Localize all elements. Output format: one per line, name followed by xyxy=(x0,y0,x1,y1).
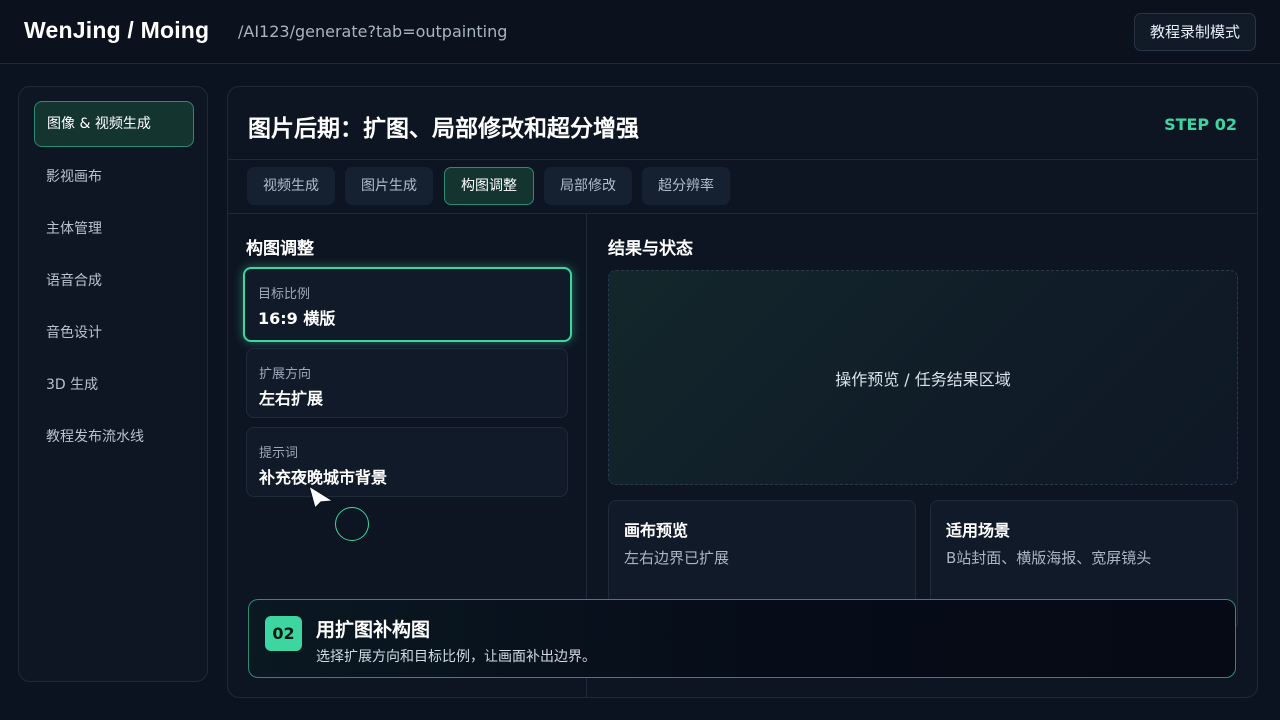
field-value: 左右扩展 xyxy=(259,389,324,408)
sidebar-item-tutorial-pipeline[interactable]: 教程发布流水线 xyxy=(34,414,194,460)
card-title: 画布预览 xyxy=(624,521,689,540)
sidebar-item-film-canvas[interactable]: 影视画布 xyxy=(34,154,194,200)
field-value: 16:9 横版 xyxy=(258,309,336,328)
target-ratio-field[interactable]: 目标比例 16:9 横版 xyxy=(243,267,572,342)
brand-logo[interactable]: WenJing / Moing xyxy=(24,17,209,44)
field-label: 目标比例 xyxy=(258,287,311,302)
preview-placeholder: 操作预览 / 任务结果区域 xyxy=(835,369,1011,389)
tabs-divider xyxy=(228,213,1257,214)
url-path: /AI123/generate?tab=outpainting xyxy=(238,22,508,41)
tab-inpainting[interactable]: 局部修改 xyxy=(544,167,632,205)
sidebar-item-image-video[interactable]: 图像 & 视频生成 xyxy=(34,101,194,147)
card-title: 适用场景 xyxy=(946,521,1011,540)
tab-video-generation[interactable]: 视频生成 xyxy=(247,167,335,205)
results-title: 结果与状态 xyxy=(608,239,693,259)
field-label: 提示词 xyxy=(259,446,299,461)
page-title: 图片后期：扩图、局部修改和超分增强 xyxy=(248,116,639,142)
sidebar-item-subject-management[interactable]: 主体管理 xyxy=(34,206,194,252)
header-divider xyxy=(228,159,1257,160)
card-text: 左右边界已扩展 xyxy=(624,549,730,567)
step-badge: 02 xyxy=(265,616,302,651)
tutorial-step-banner: 02 用扩图补构图 选择扩展方向和目标比例，让画面补出边界。 xyxy=(248,599,1236,678)
mouse-cursor-icon xyxy=(308,484,335,510)
sidebar-item-voice-design[interactable]: 音色设计 xyxy=(34,310,194,356)
top-bar: WenJing / Moing /AI123/generate?tab=outp… xyxy=(0,0,1280,64)
card-text: B站封面、横版海报、宽屏镜头 xyxy=(946,549,1152,567)
sidebar: 图像 & 视频生成 影视画布 主体管理 语音合成 音色设计 3D 生成 教程发布… xyxy=(18,86,208,682)
sidebar-item-speech-synthesis[interactable]: 语音合成 xyxy=(34,258,194,304)
tab-composition[interactable]: 构图调整 xyxy=(444,167,534,205)
expand-direction-field[interactable]: 扩展方向 左右扩展 xyxy=(246,348,568,418)
composition-title: 构图调整 xyxy=(246,239,314,259)
step-indicator: STEP 02 xyxy=(1164,115,1237,134)
banner-title: 用扩图补构图 xyxy=(316,619,431,641)
click-indicator xyxy=(335,507,369,541)
banner-description: 选择扩展方向和目标比例，让画面补出边界。 xyxy=(316,649,596,665)
tutorial-mode-button[interactable]: 教程录制模式 xyxy=(1134,13,1256,51)
prompt-field[interactable]: 提示词 补充夜晚城市背景 xyxy=(246,427,568,497)
tab-super-resolution[interactable]: 超分辨率 xyxy=(642,167,730,205)
sidebar-item-3d-generation[interactable]: 3D 生成 xyxy=(34,362,194,408)
result-preview-area: 操作预览 / 任务结果区域 xyxy=(608,270,1238,485)
field-label: 扩展方向 xyxy=(259,367,312,382)
tab-image-generation[interactable]: 图片生成 xyxy=(345,167,433,205)
